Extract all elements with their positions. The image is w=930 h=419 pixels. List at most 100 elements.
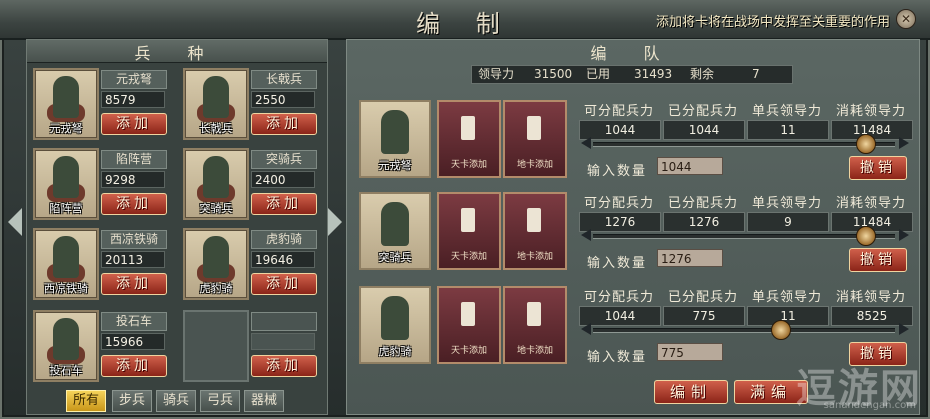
card-icon (461, 116, 475, 140)
stat-header: 消耗领导力 (835, 104, 906, 119)
slider-left-arrow-icon[interactable] (581, 137, 591, 149)
input-quantity-label: 输入数量 (587, 164, 648, 179)
add-unit-button[interactable]: 添加 (251, 355, 317, 377)
stat-header: 可分配兵力 (583, 104, 654, 119)
card-icon (461, 208, 475, 232)
filter-tab-cavalry[interactable]: 骑兵 (156, 390, 196, 412)
troop-slider[interactable] (581, 226, 909, 246)
prev-page-icon[interactable] (8, 208, 22, 236)
stat-header: 已分配兵力 (667, 196, 738, 211)
slider-left-arrow-icon[interactable] (581, 229, 591, 241)
squad-portrait[interactable]: 突骑兵 (359, 192, 431, 270)
unit-portrait-caption: 投石车 (49, 364, 83, 377)
unit-card[interactable]: 长戟兵 长戟兵 2550 添加 (179, 64, 321, 140)
unit-count: 20113 (101, 251, 165, 268)
unit-portrait[interactable]: 陷阵营 (33, 148, 99, 220)
soldier-figure-shape (381, 110, 409, 154)
unit-portrait-caption: 突骑兵 (199, 202, 233, 215)
squad-row: 虎豹骑 天卡添加 地卡添加 可分配兵力 1044 已分配兵力 775 单兵领导力 11 消耗领导力… (353, 280, 913, 368)
add-unit-button[interactable]: 添加 (251, 273, 317, 295)
unit-count: 19646 (251, 251, 315, 268)
troop-slider[interactable] (581, 320, 909, 340)
sky-card-label: 天卡添加 (450, 160, 487, 170)
sky-card-slot[interactable]: 天卡添加 (437, 286, 501, 364)
next-page-icon[interactable] (328, 208, 342, 236)
unit-card[interactable]: 添加 (179, 306, 321, 382)
unit-portrait[interactable]: 长戟兵 (183, 68, 249, 140)
slider-track[interactable] (593, 142, 895, 147)
slider-right-arrow-icon[interactable] (899, 229, 909, 241)
sky-card-slot[interactable]: 天卡添加 (437, 100, 501, 178)
input-quantity-label: 输入数量 (587, 350, 648, 365)
add-unit-button[interactable]: 添加 (101, 113, 167, 135)
soldier-figure-shape (381, 296, 409, 340)
stat-header: 已分配兵力 (667, 104, 738, 119)
filter-tab-archer[interactable]: 弓兵 (200, 390, 240, 412)
slider-left-arrow-icon[interactable] (581, 323, 591, 335)
slider-knob[interactable] (856, 134, 876, 154)
unit-portrait[interactable] (183, 310, 249, 382)
cancel-button[interactable]: 撤销 (849, 248, 907, 272)
card-icon (527, 302, 541, 326)
unit-portrait-caption: 长戟兵 (199, 122, 233, 135)
earth-card-slot[interactable]: 地卡添加 (503, 100, 567, 178)
add-unit-button[interactable]: 添加 (251, 113, 317, 135)
stat-header: 消耗领导力 (835, 196, 906, 211)
add-unit-button[interactable]: 添加 (101, 355, 167, 377)
sky-card-slot[interactable]: 天卡添加 (437, 192, 501, 270)
compile-button[interactable]: 编制 (654, 380, 728, 404)
soldier-figure-shape (53, 76, 79, 118)
unit-portrait[interactable]: 突骑兵 (183, 148, 249, 220)
soldier-figure-shape (381, 202, 409, 246)
squad-row: 元戎弩 天卡添加 地卡添加 可分配兵力 1044 已分配兵力 1044 单兵领导力 11 消耗领导… (353, 94, 913, 182)
quantity-input[interactable]: 1044 (657, 157, 723, 175)
add-unit-button[interactable]: 添加 (101, 273, 167, 295)
unit-card[interactable]: 元戎弩 元戎弩 8579 添加 (29, 64, 171, 140)
stat-header: 可分配兵力 (583, 290, 654, 305)
add-unit-button[interactable]: 添加 (101, 193, 167, 215)
close-icon[interactable]: ✕ (896, 9, 916, 29)
slider-knob[interactable] (856, 226, 876, 246)
slider-right-arrow-icon[interactable] (899, 137, 909, 149)
unit-portrait[interactable]: 虎豹骑 (183, 228, 249, 300)
filter-tab-siege[interactable]: 器械 (244, 390, 284, 412)
add-unit-button[interactable]: 添加 (251, 193, 317, 215)
unit-card[interactable]: 西凉铁骑 西凉铁骑 20113 添加 (29, 224, 171, 300)
unit-name: 虎豹骑 (251, 230, 317, 249)
unit-count (251, 333, 315, 350)
unit-portrait-caption: 虎豹骑 (199, 282, 233, 295)
unit-portrait[interactable]: 元戎弩 (33, 68, 99, 140)
unit-card[interactable]: 投石车 投石车 15966 添加 (29, 306, 171, 382)
slider-track[interactable] (593, 234, 895, 239)
troop-slider[interactable] (581, 134, 909, 154)
unit-name (251, 312, 317, 331)
stat-header: 消耗领导力 (835, 290, 906, 305)
filter-tab-infantry[interactable]: 步兵 (112, 390, 152, 412)
slider-track[interactable] (593, 328, 895, 333)
slider-right-arrow-icon[interactable] (899, 323, 909, 335)
earth-card-slot[interactable]: 地卡添加 (503, 286, 567, 364)
squad-portrait[interactable]: 虎豹骑 (359, 286, 431, 364)
unit-card[interactable]: 虎豹骑 虎豹骑 19646 添加 (179, 224, 321, 300)
stat-header: 已分配兵力 (667, 290, 738, 305)
card-icon (527, 116, 541, 140)
unit-card[interactable]: 突骑兵 突骑兵 2400 添加 (179, 144, 321, 220)
slider-knob[interactable] (771, 320, 791, 340)
quantity-input[interactable]: 1276 (657, 249, 723, 267)
unit-count: 2550 (251, 91, 315, 108)
remain-label: 剩余 (690, 67, 715, 81)
unit-name: 元戎弩 (101, 70, 167, 89)
game-window: 编 制 添加将卡将在战场中发挥至关重要的作用 ✕ 兵 种 元戎弩 元戎弩 8579 添… (0, 0, 930, 419)
earth-card-slot[interactable]: 地卡添加 (503, 192, 567, 270)
soldier-figure-shape (203, 236, 229, 278)
unit-portrait[interactable]: 投石车 (33, 310, 99, 382)
card-icon (527, 208, 541, 232)
quantity-input[interactable]: 775 (657, 343, 723, 361)
unit-name: 陷阵营 (101, 150, 167, 169)
filter-tab-all[interactable]: 所有 (66, 390, 106, 412)
squad-portrait-caption: 元戎弩 (378, 159, 412, 172)
unit-portrait[interactable]: 西凉铁骑 (33, 228, 99, 300)
cancel-button[interactable]: 撤销 (849, 156, 907, 180)
unit-card[interactable]: 陷阵营 陷阵营 9298 添加 (29, 144, 171, 220)
squad-portrait[interactable]: 元戎弩 (359, 100, 431, 178)
